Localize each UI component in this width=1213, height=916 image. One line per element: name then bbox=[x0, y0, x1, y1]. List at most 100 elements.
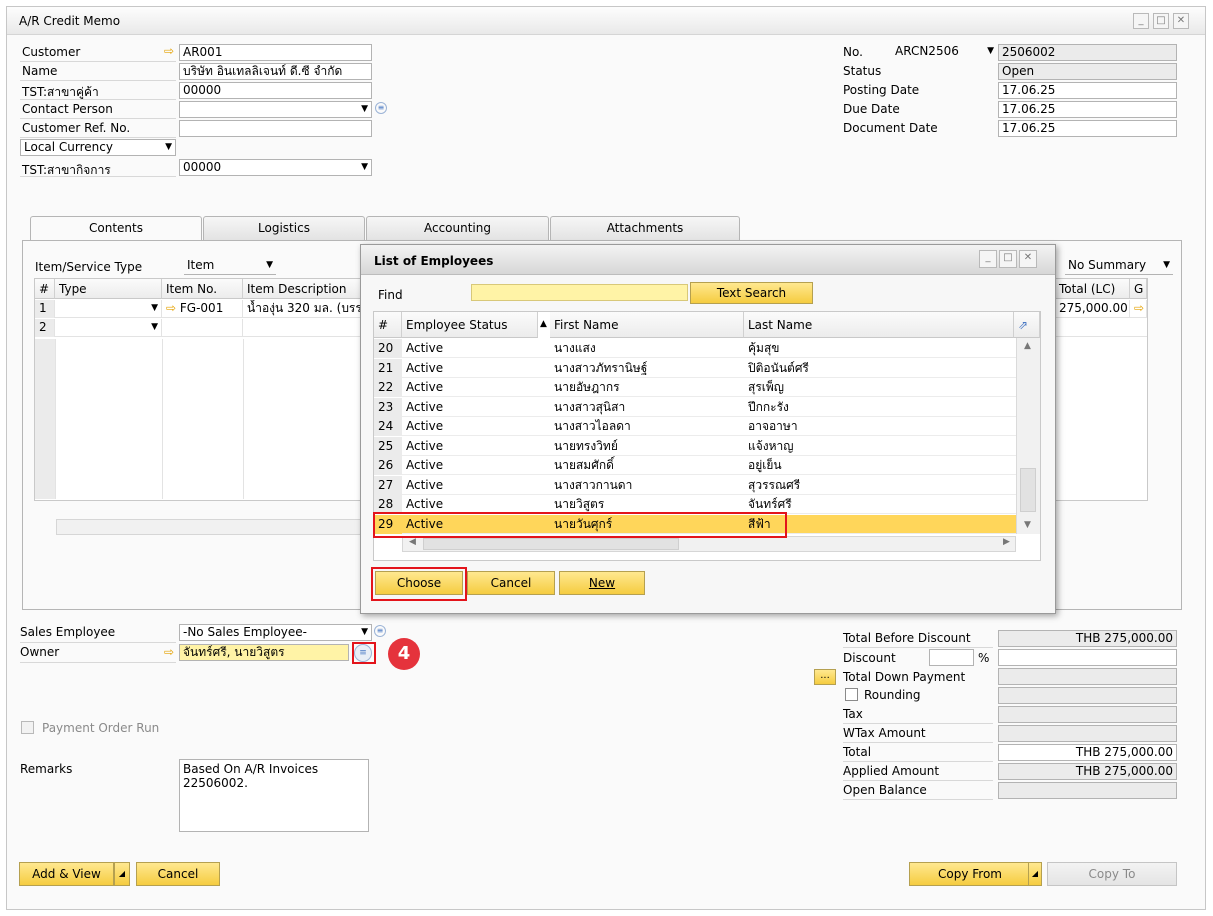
minimize-icon[interactable]: _ bbox=[979, 250, 997, 268]
wtax-value bbox=[998, 725, 1177, 742]
link-arrow-icon[interactable]: ⇨ bbox=[166, 301, 176, 315]
col-header-total-lc[interactable]: Total (LC) bbox=[1055, 279, 1130, 299]
currency-select[interactable]: Local Currency ▼ bbox=[20, 139, 176, 156]
scroll-right-icon[interactable]: ▶ bbox=[1003, 537, 1010, 547]
employee-row[interactable]: 25 Active นายทรงวิทย์ แจ้งหาญ bbox=[374, 436, 1016, 456]
employee-row-last-name: สุรเพ็ญ bbox=[748, 380, 785, 394]
copy-to-button[interactable]: Copy To bbox=[1047, 862, 1177, 886]
open-balance-label: Open Balance bbox=[843, 783, 927, 797]
row-num: 2 bbox=[35, 319, 55, 337]
customer-field[interactable]: AR001 bbox=[179, 44, 372, 61]
close-icon[interactable]: ✕ bbox=[1173, 13, 1189, 29]
employee-row[interactable]: 26 Active นายสมศักดิ์ อยู่เย็น bbox=[374, 456, 1016, 475]
employee-row[interactable]: 21 Active นางสาวภัทรานิษฐ์ ปิติอนันต์ศรี bbox=[374, 358, 1016, 378]
col-header-g[interactable]: G bbox=[1130, 279, 1147, 299]
employee-row[interactable]: 23 Active นางสาวสุนิสา ปึกกะรัง bbox=[374, 397, 1016, 417]
row-item-no[interactable] bbox=[162, 319, 243, 337]
col-header-last-name[interactable]: Last Name bbox=[744, 312, 1014, 338]
contact-label: Contact Person bbox=[22, 102, 113, 116]
doc-number-field[interactable]: 2506002 bbox=[998, 44, 1177, 61]
scroll-thumb[interactable] bbox=[423, 538, 679, 550]
employee-row-first-name: นางสาวกานดา bbox=[554, 477, 633, 492]
scroll-left-icon[interactable]: ◀ bbox=[409, 537, 416, 547]
row-type[interactable]: ▼ bbox=[55, 300, 162, 318]
new-button[interactable]: New bbox=[559, 571, 645, 595]
total-down-payment-value bbox=[998, 668, 1177, 685]
bizbranch-select[interactable]: 00000 ▼ bbox=[179, 159, 372, 176]
employees-horizontal-scrollbar[interactable]: ◀ ▶ bbox=[402, 536, 1016, 552]
row-item-desc[interactable] bbox=[243, 319, 373, 337]
link-arrow-icon[interactable]: ⇨ bbox=[1134, 301, 1144, 315]
close-icon[interactable]: ✕ bbox=[1019, 250, 1037, 268]
due-date-label: Due Date bbox=[843, 102, 900, 116]
item-type-select[interactable]: Item ▼ bbox=[184, 258, 276, 275]
employee-row-last-name: อยู่เย็น bbox=[748, 458, 782, 472]
list-icon[interactable]: ≡ bbox=[375, 102, 387, 114]
branch-field[interactable]: 00000 bbox=[179, 82, 372, 99]
scroll-thumb[interactable] bbox=[1020, 468, 1036, 512]
employee-row[interactable]: 27 Active นางสาวกานดา สุวรรณศรี bbox=[374, 475, 1016, 495]
discount-percent-field[interactable] bbox=[929, 649, 974, 666]
total-down-payment-label: Total Down Payment bbox=[843, 670, 966, 684]
scroll-down-icon[interactable]: ▼ bbox=[1024, 520, 1031, 530]
col-header-first-name[interactable]: First Name bbox=[550, 312, 744, 338]
copy-from-button[interactable]: Copy From bbox=[909, 862, 1031, 886]
due-date-field[interactable]: 17.06.25 bbox=[998, 101, 1177, 118]
tab-contents[interactable]: Contents bbox=[30, 216, 202, 241]
text-search-button[interactable]: Text Search bbox=[690, 282, 813, 304]
sort-ascending-icon[interactable]: ▲ bbox=[540, 319, 547, 329]
link-arrow-icon[interactable]: ⇨ bbox=[164, 645, 174, 659]
col-header-item-desc[interactable]: Item Description bbox=[243, 279, 373, 299]
employees-vertical-scrollbar[interactable]: ▲ ▼ bbox=[1016, 338, 1040, 534]
owner-field[interactable]: จันทร์ศรี, นายวิสูตร bbox=[179, 644, 349, 661]
add-and-view-button[interactable]: Add & View bbox=[19, 862, 114, 886]
payment-order-run-checkbox[interactable] bbox=[21, 721, 34, 734]
employee-row[interactable]: 20 Active นางแสง คุ้มสุข bbox=[374, 339, 1016, 358]
tab-logistics[interactable]: Logistics bbox=[203, 216, 365, 240]
copy-from-dropdown-icon[interactable]: ◢ bbox=[1028, 862, 1042, 886]
col-header-type[interactable]: Type bbox=[55, 279, 162, 299]
name-field[interactable]: บริษัท อินเทลลิเจนท์ ดี.ซี จำกัด bbox=[179, 63, 372, 80]
cancel-button[interactable]: Cancel bbox=[467, 571, 555, 595]
find-input[interactable] bbox=[471, 284, 688, 301]
row-total-lc[interactable]: 275,000.00 bbox=[1055, 300, 1130, 318]
contact-person-select[interactable]: ▼ bbox=[179, 101, 372, 118]
sales-employee-label: Sales Employee bbox=[20, 625, 116, 639]
col-header-item-no[interactable]: Item No. bbox=[162, 279, 243, 299]
link-arrow-icon[interactable]: ⇨ bbox=[164, 44, 174, 58]
rounding-checkbox[interactable] bbox=[845, 688, 858, 701]
summary-select[interactable]: No Summary ▼ bbox=[1065, 258, 1173, 275]
col-header-employee-status[interactable]: Employee Status bbox=[402, 312, 538, 338]
col-header-num[interactable]: # bbox=[374, 312, 402, 338]
list-icon[interactable]: ≡ bbox=[374, 625, 386, 637]
posting-date-field[interactable]: 17.06.25 bbox=[998, 82, 1177, 99]
down-payment-dots-button[interactable]: ... bbox=[814, 669, 836, 685]
series-select[interactable]: ARCN2506 ▼ bbox=[892, 44, 997, 61]
row-item-desc[interactable]: น้ำองุ่น 320 มล. (บรร bbox=[243, 300, 373, 318]
maximize-icon[interactable]: □ bbox=[1153, 13, 1169, 29]
discount-amount-field[interactable] bbox=[998, 649, 1177, 666]
tab-accounting[interactable]: Accounting bbox=[366, 216, 549, 240]
employee-row[interactable]: 22 Active นายอัษฎากร สุรเพ็ญ bbox=[374, 378, 1016, 397]
discount-label: Discount bbox=[843, 651, 896, 665]
highlight-choose-button bbox=[371, 567, 467, 601]
minimize-icon[interactable]: _ bbox=[1133, 13, 1149, 29]
total-value: THB 275,000.00 bbox=[998, 744, 1177, 761]
add-dropdown-icon[interactable]: ◢ bbox=[114, 862, 130, 886]
remarks-textarea[interactable]: Based On A/R Invoices 22506002. bbox=[179, 759, 369, 832]
scroll-up-icon[interactable]: ▲ bbox=[1024, 341, 1031, 351]
employee-row[interactable]: 24 Active นางสาวไอลดา อาจอาษา bbox=[374, 417, 1016, 436]
sales-employee-select[interactable]: -No Sales Employee- ▼ bbox=[179, 624, 372, 641]
col-header-num[interactable]: # bbox=[35, 279, 55, 299]
document-date-field[interactable]: 17.06.25 bbox=[998, 120, 1177, 137]
customer-ref-field[interactable] bbox=[179, 120, 372, 137]
row-item-no[interactable]: ⇨ FG-001 bbox=[162, 300, 243, 318]
row-type[interactable]: ▼ bbox=[55, 319, 162, 337]
employee-row-num: 20 bbox=[374, 339, 402, 358]
grid-horizontal-scrollbar[interactable] bbox=[56, 519, 366, 535]
expand-columns-icon[interactable]: ⇗ bbox=[1014, 312, 1040, 338]
row-g[interactable]: ⇨ bbox=[1130, 300, 1147, 318]
tab-attachments[interactable]: Attachments bbox=[550, 216, 740, 240]
cancel-document-button[interactable]: Cancel bbox=[136, 862, 220, 886]
maximize-icon[interactable]: □ bbox=[999, 250, 1017, 268]
